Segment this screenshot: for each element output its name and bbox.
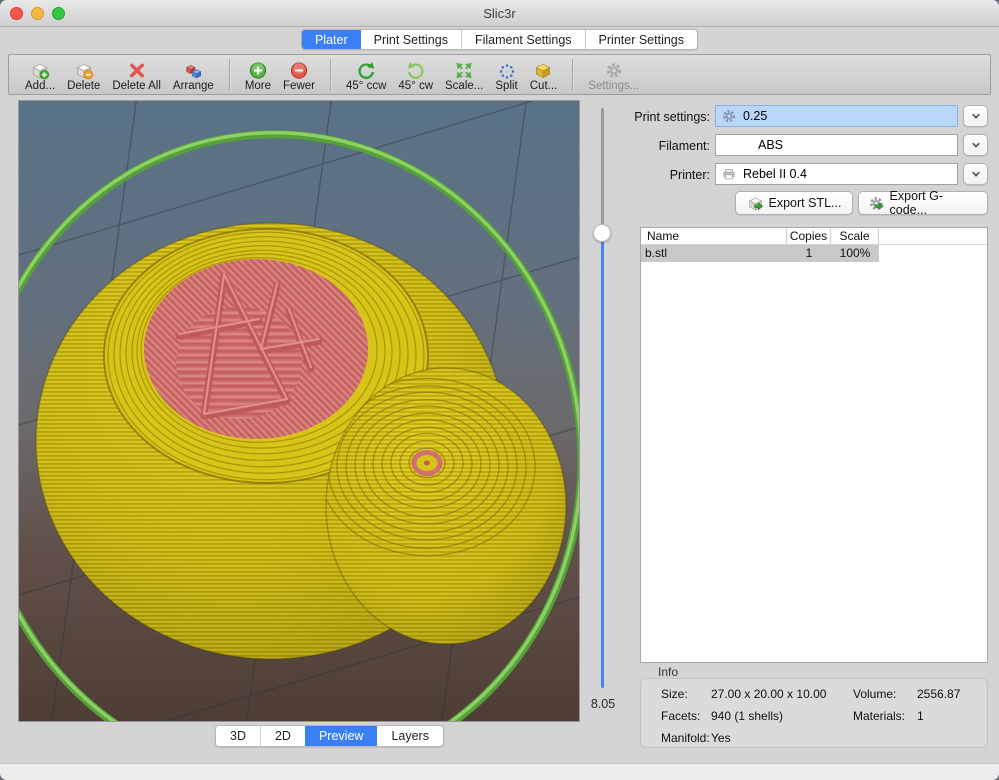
- chevron-down-icon: [969, 167, 983, 181]
- plater-toolbar: Add... Delete Delete All Arrange More Fe…: [8, 54, 991, 95]
- red-x-icon: [127, 61, 147, 80]
- view-mode-3d[interactable]: 3D: [216, 726, 260, 746]
- column-header-scale[interactable]: Scale: [831, 228, 879, 244]
- window-title: Slic3r: [0, 0, 999, 27]
- size-value: 27.00 x 20.00 x 10.00: [711, 687, 826, 701]
- manifold-label: Manifold:: [661, 731, 710, 745]
- split-dots-icon: [497, 61, 517, 80]
- rotate-ccw-button[interactable]: 45° ccw: [346, 61, 386, 92]
- gear-export-icon: [868, 195, 885, 212]
- settings-button[interactable]: Settings...: [588, 61, 639, 92]
- split-button[interactable]: Split: [495, 61, 517, 92]
- volume-label: Volume:: [853, 687, 896, 701]
- filament-label: Filament:: [595, 139, 710, 153]
- cell-copies: 1: [787, 245, 831, 262]
- tab-plater[interactable]: Plater: [302, 30, 361, 49]
- view-mode-layers[interactable]: Layers: [377, 726, 443, 746]
- materials-value: 1: [917, 709, 924, 723]
- box-minus-icon: [74, 61, 94, 80]
- printer-combo[interactable]: Rebel II 0.4: [715, 163, 958, 185]
- layer-height-value: 8.05: [583, 697, 623, 711]
- gear-icon: [721, 108, 737, 124]
- info-box: Size: 27.00 x 20.00 x 10.00 Volume: 2556…: [640, 678, 988, 748]
- print-settings-combo[interactable]: 0.25: [715, 105, 958, 127]
- materials-label: Materials:: [853, 709, 905, 723]
- printer-label: Printer:: [595, 168, 710, 182]
- print-settings-dropdown-button[interactable]: [963, 105, 988, 127]
- tab-printer-settings[interactable]: Printer Settings: [585, 30, 697, 49]
- table-header: Name Copies Scale: [641, 228, 987, 245]
- toolbar-separator: [229, 59, 230, 91]
- 3d-viewport[interactable]: [18, 100, 580, 722]
- gear-icon: [604, 61, 624, 80]
- add-button[interactable]: Add...: [25, 61, 55, 92]
- export-gcode-button[interactable]: Export G-code...: [858, 191, 988, 215]
- tab-print-settings[interactable]: Print Settings: [361, 30, 461, 49]
- delete-button[interactable]: Delete: [67, 61, 100, 92]
- rotate-cw-button[interactable]: 45° cw: [398, 61, 433, 92]
- filament-dropdown-button[interactable]: [963, 134, 988, 156]
- info-section-title: Info: [658, 665, 678, 679]
- rotate-cw-icon: [406, 61, 426, 80]
- toolbar-separator: [330, 59, 331, 91]
- tab-bar: Plater Print Settings Filament Settings …: [0, 29, 999, 50]
- view-mode-control: 3D 2D Preview Layers: [215, 725, 444, 747]
- size-label: Size:: [661, 687, 688, 701]
- delete-all-button[interactable]: Delete All: [112, 61, 161, 92]
- box-plus-icon: [30, 61, 50, 80]
- view-mode-preview[interactable]: Preview: [305, 726, 377, 746]
- title-bar: Slic3r: [0, 0, 999, 27]
- chevron-down-icon: [969, 138, 983, 152]
- plus-circle-icon: [248, 61, 268, 80]
- column-header-name[interactable]: Name: [641, 228, 787, 244]
- slic3r-window: Slic3r Plater Print Settings Filament Se…: [0, 0, 999, 780]
- printer-icon: [721, 166, 737, 182]
- scale-button[interactable]: Scale...: [445, 61, 483, 92]
- filament-combo[interactable]: ABS: [715, 134, 958, 156]
- toolbar-separator: [572, 59, 573, 91]
- layer-slider-track-filled[interactable]: [601, 233, 604, 688]
- facets-value: 940 (1 shells): [711, 709, 783, 723]
- export-stl-button[interactable]: Export STL...: [735, 191, 853, 215]
- print-settings-label: Print settings:: [595, 110, 710, 124]
- fewer-button[interactable]: Fewer: [283, 61, 315, 92]
- cell-name: b.stl: [641, 245, 787, 262]
- tab-filament-settings[interactable]: Filament Settings: [461, 30, 585, 49]
- column-header-empty: [879, 228, 987, 244]
- view-mode-2d[interactable]: 2D: [260, 726, 305, 746]
- printer-dropdown-button[interactable]: [963, 163, 988, 185]
- chevron-down-icon: [969, 109, 983, 123]
- scale-arrows-icon: [454, 61, 474, 80]
- minus-circle-icon: [289, 61, 309, 80]
- layer-slider-thumb[interactable]: [593, 224, 611, 242]
- table-row[interactable]: b.stl 1 100%: [641, 245, 987, 262]
- rotate-ccw-icon: [356, 61, 376, 80]
- cubes-icon: [183, 61, 203, 80]
- status-bar: [0, 763, 999, 780]
- box-export-icon: [747, 195, 764, 212]
- more-button[interactable]: More: [245, 61, 271, 92]
- arrange-button[interactable]: Arrange: [173, 61, 214, 92]
- cut-box-icon: [533, 61, 553, 80]
- manifold-value: Yes: [711, 731, 731, 745]
- facets-label: Facets:: [661, 709, 700, 723]
- volume-value: 2556.87: [917, 687, 960, 701]
- column-header-copies[interactable]: Copies: [787, 228, 831, 244]
- objects-table: Name Copies Scale b.stl 1 100%: [640, 227, 988, 663]
- cell-scale: 100%: [831, 245, 879, 262]
- cut-button[interactable]: Cut...: [530, 61, 557, 92]
